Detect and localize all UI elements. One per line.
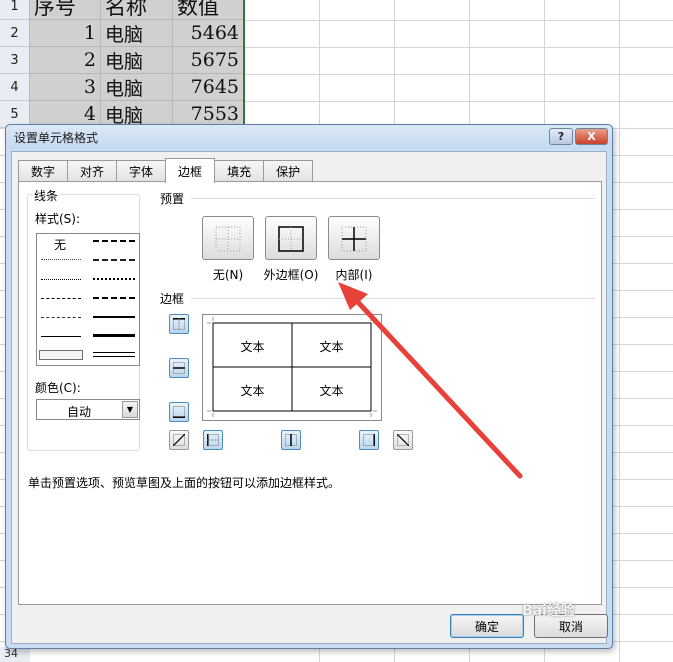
tab-border[interactable]: 边框 bbox=[165, 158, 216, 183]
border-horizontal-inside-button[interactable] bbox=[169, 358, 189, 378]
tab-font[interactable]: 字体 bbox=[116, 160, 167, 182]
preview-cell-text: 文本 bbox=[319, 339, 344, 354]
line-style-label: 样式(S): bbox=[33, 210, 83, 227]
header-cell-name[interactable]: 名称 bbox=[101, 0, 173, 20]
table-cell[interactable]: 电脑 bbox=[101, 20, 173, 47]
dialog-titlebar[interactable]: 设置单元格格式 ? X bbox=[6, 125, 612, 149]
border-bottom-icon bbox=[173, 406, 185, 418]
watermark: Bai经验 bbox=[522, 603, 575, 619]
chevron-down-icon[interactable]: ▼ bbox=[122, 401, 138, 418]
line-group: 线条 样式(S): 无 颜色(C): 自动 ▼ bbox=[27, 187, 140, 451]
dialog-title: 设置单元格格式 bbox=[14, 131, 99, 145]
close-button[interactable]: X bbox=[575, 128, 608, 145]
help-button[interactable]: ? bbox=[549, 128, 573, 145]
border-title: 边框 bbox=[158, 290, 187, 307]
header-cell-value[interactable]: 数值 bbox=[173, 0, 244, 20]
border-bottom-button[interactable] bbox=[169, 402, 189, 422]
line-style-list[interactable]: 无 bbox=[36, 233, 140, 366]
table-cell[interactable]: 5675 bbox=[173, 47, 244, 74]
line-style-option[interactable] bbox=[93, 316, 135, 318]
preset-none-button[interactable] bbox=[202, 216, 254, 260]
hint-text: 单击预置选项、预览草图及上面的按钮可以添加边框样式。 bbox=[28, 476, 341, 490]
table-cell[interactable]: 电脑 bbox=[101, 47, 173, 74]
line-style-option[interactable] bbox=[93, 240, 135, 242]
ok-button[interactable]: 确定 bbox=[450, 614, 524, 638]
border-preview[interactable]: 文本 文本 文本 文本 bbox=[202, 314, 382, 421]
line-style-none[interactable]: 无 bbox=[54, 236, 66, 253]
preset-none-icon bbox=[215, 226, 241, 252]
table-cell[interactable]: 2 bbox=[30, 47, 101, 74]
preview-cell-text: 文本 bbox=[240, 383, 265, 398]
line-style-option[interactable] bbox=[93, 352, 135, 357]
table-cell[interactable]: 7645 bbox=[173, 74, 244, 101]
tab-fill[interactable]: 填充 bbox=[214, 160, 265, 182]
dialog-body: 数字 对齐 字体 边框 填充 保护 线条 样式(S): 无 颜色(C): 自动 … bbox=[11, 151, 608, 644]
color-select[interactable]: 自动 ▼ bbox=[36, 399, 140, 420]
border-diagonal-down-button[interactable] bbox=[393, 430, 413, 450]
close-icon: X bbox=[587, 130, 596, 143]
preview-cell-text: 文本 bbox=[319, 383, 344, 398]
line-style-option[interactable] bbox=[93, 334, 135, 337]
selection-border bbox=[243, 0, 245, 127]
preset-inside-label[interactable]: 内部(I) bbox=[325, 266, 383, 283]
border-left-button[interactable] bbox=[203, 430, 223, 450]
line-style-option[interactable] bbox=[93, 278, 135, 280]
preset-outline-label[interactable]: 外边框(O) bbox=[257, 266, 325, 283]
preset-outline-icon bbox=[278, 226, 304, 252]
preset-outline-button[interactable] bbox=[265, 216, 317, 260]
line-style-option[interactable] bbox=[41, 336, 81, 337]
help-icon: ? bbox=[557, 130, 565, 143]
format-cells-dialog: 设置单元格格式 ? X 数字 对齐 字体 边框 填充 保护 线条 样式(S): … bbox=[5, 124, 613, 649]
table-cell[interactable]: 电脑 bbox=[101, 74, 173, 101]
border-left-icon bbox=[207, 434, 219, 446]
table-cell[interactable]: 1 bbox=[30, 20, 101, 47]
diagonal-down-icon bbox=[397, 434, 409, 446]
border-horizontal-inside-icon bbox=[173, 362, 185, 374]
line-style-option[interactable] bbox=[41, 317, 81, 318]
border-right-button[interactable] bbox=[359, 430, 379, 450]
line-group-title: 线条 bbox=[32, 187, 61, 204]
preset-inside-button[interactable] bbox=[328, 216, 380, 260]
border-vertical-inside-button[interactable] bbox=[281, 430, 301, 450]
border-top-button[interactable] bbox=[169, 314, 189, 334]
line-style-option[interactable] bbox=[93, 297, 135, 299]
tab-alignment[interactable]: 对齐 bbox=[67, 160, 118, 182]
row-header-2[interactable]: 2 bbox=[0, 20, 30, 47]
preset-inside-icon bbox=[341, 226, 367, 252]
row-header-3[interactable]: 3 bbox=[0, 47, 30, 74]
color-select-value: 自动 bbox=[66, 405, 91, 419]
row-header-4[interactable]: 4 bbox=[0, 74, 30, 101]
preview-cell-text: 文本 bbox=[240, 339, 265, 354]
line-style-option[interactable] bbox=[39, 350, 83, 360]
line-style-option[interactable] bbox=[41, 298, 81, 299]
tab-bar: 数字 对齐 字体 边框 填充 保护 bbox=[18, 158, 314, 183]
border-divider bbox=[191, 298, 595, 299]
row-header-1[interactable]: 1 bbox=[0, 0, 30, 20]
diagonal-up-icon bbox=[173, 434, 185, 446]
table-cell[interactable]: 3 bbox=[30, 74, 101, 101]
color-label: 颜色(C): bbox=[33, 379, 83, 396]
line-style-option[interactable] bbox=[41, 259, 81, 260]
line-style-option[interactable] bbox=[41, 279, 81, 280]
header-cell-index[interactable]: 序号 bbox=[30, 0, 101, 20]
presets-title: 预置 bbox=[158, 190, 187, 207]
tab-protection[interactable]: 保护 bbox=[263, 160, 314, 182]
border-vertical-inside-icon bbox=[285, 434, 297, 446]
border-diagonal-up-button[interactable] bbox=[169, 430, 189, 450]
border-top-icon bbox=[173, 318, 185, 330]
border-tab-panel: 线条 样式(S): 无 颜色(C): 自动 ▼ 预置 无(N) 外边框(O) 内… bbox=[18, 181, 602, 605]
row-header-34[interactable]: 34 bbox=[0, 647, 30, 662]
border-right-icon bbox=[363, 434, 375, 446]
preset-none-label[interactable]: 无(N) bbox=[199, 266, 257, 283]
line-style-option[interactable] bbox=[93, 259, 135, 261]
tab-number[interactable]: 数字 bbox=[18, 160, 69, 182]
table-cell[interactable]: 5464 bbox=[173, 20, 244, 47]
presets-divider bbox=[191, 198, 595, 199]
